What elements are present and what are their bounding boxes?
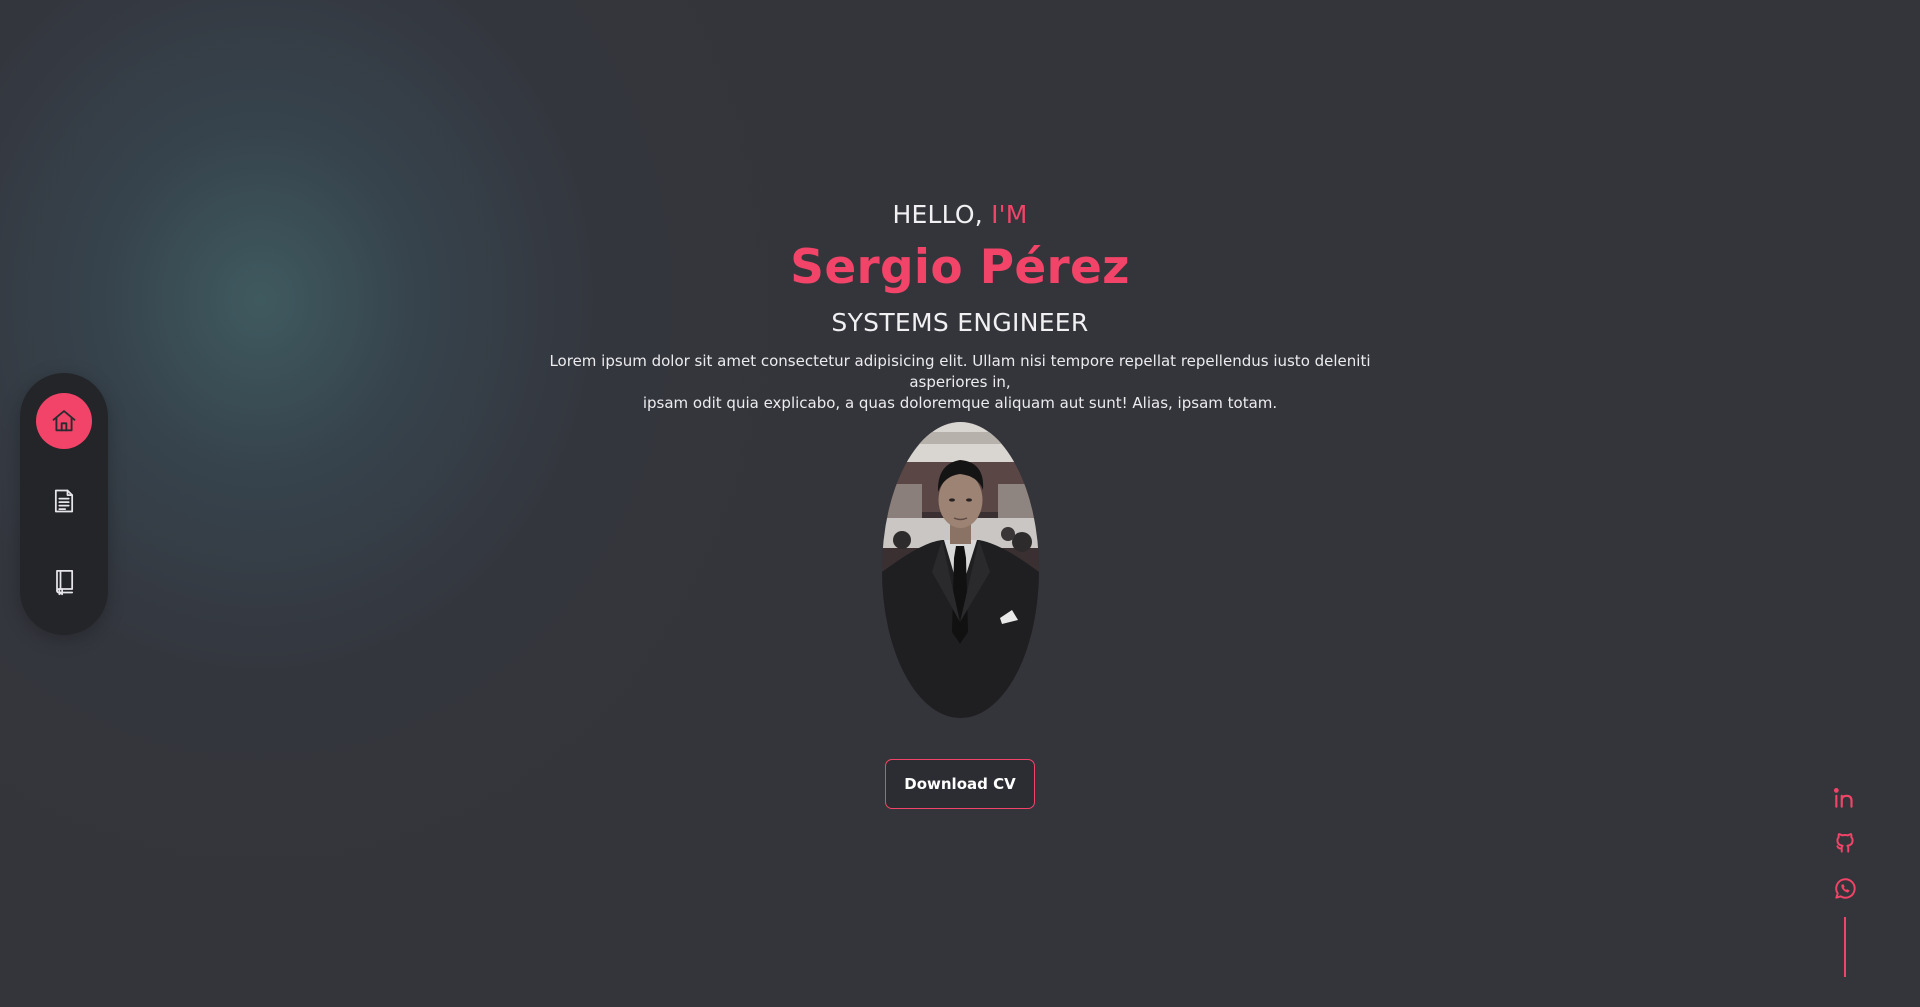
- download-cv-button[interactable]: Download CV: [885, 759, 1035, 809]
- bio-line-2: ipsam odit quia explicabo, a quas dolore…: [642, 394, 1278, 412]
- whatsapp-link[interactable]: [1830, 874, 1860, 904]
- home-icon: [52, 410, 76, 432]
- greeting-accent: I'M: [991, 200, 1028, 229]
- book-icon: [56, 570, 74, 596]
- nav-portfolio-button[interactable]: [36, 554, 92, 610]
- hero-role: SYSTEMS ENGINEER: [831, 308, 1089, 337]
- github-icon: [1836, 833, 1854, 853]
- side-navigation: [20, 373, 108, 635]
- hero-bio: Lorem ipsum dolor sit amet consectetur a…: [520, 351, 1400, 414]
- document-icon: [54, 489, 74, 513]
- linkedin-icon: [1833, 788, 1853, 808]
- hero-name: Sergio Pérez: [790, 240, 1130, 295]
- linkedin-link[interactable]: [1830, 783, 1860, 813]
- social-divider-line: [1844, 917, 1846, 977]
- bio-line-1: Lorem ipsum dolor sit amet consectetur a…: [549, 352, 1371, 391]
- whatsapp-icon: [1835, 878, 1856, 899]
- page: HELLO, I'M Sergio Pérez SYSTEMS ENGINEER…: [0, 0, 1920, 1007]
- nav-resume-button[interactable]: [36, 473, 92, 529]
- greeting-prefix: HELLO,: [892, 200, 992, 229]
- greeting: HELLO, I'M: [0, 200, 1920, 229]
- profile-photo: [882, 422, 1039, 718]
- nav-home-button[interactable]: [36, 393, 92, 449]
- github-link[interactable]: [1830, 828, 1860, 858]
